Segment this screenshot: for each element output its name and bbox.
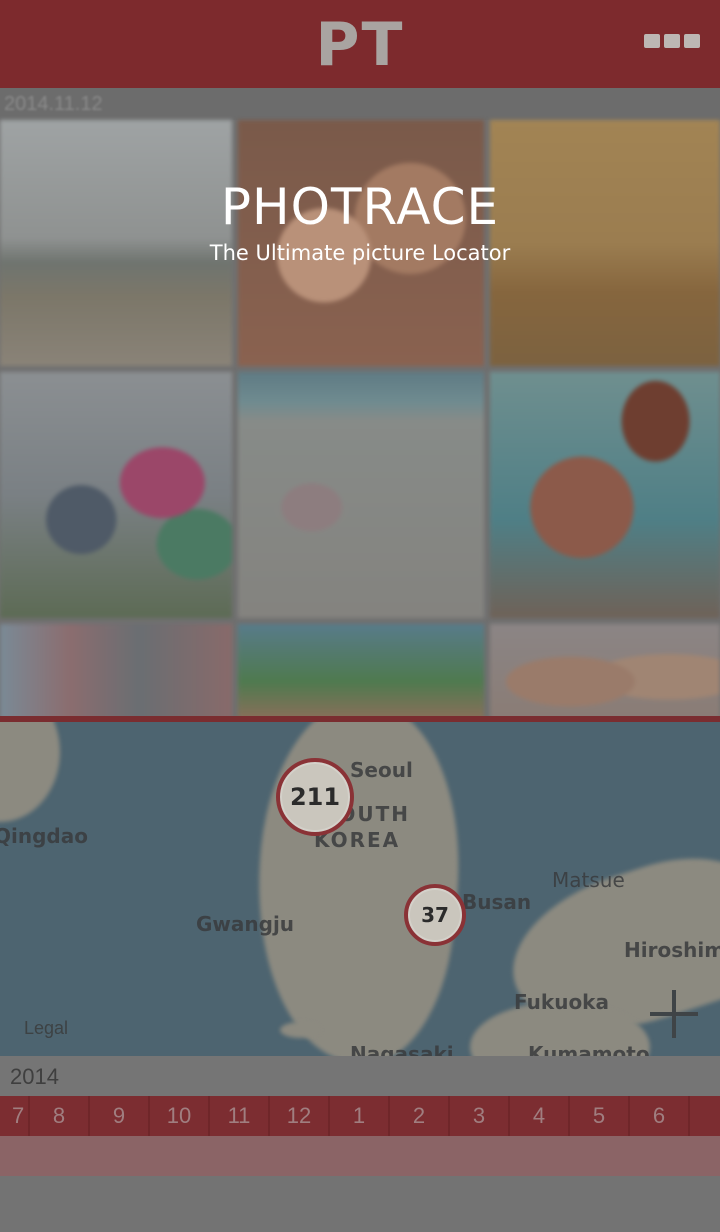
- month-tab[interactable]: 7: [0, 1096, 30, 1136]
- map-land: [280, 1022, 320, 1038]
- photo-thumbnail[interactable]: [0, 372, 232, 618]
- map-label-hiroshima: Hiroshima: [624, 938, 720, 962]
- month-tab[interactable]: 8: [30, 1096, 90, 1136]
- map-label-kumamoto: Kumamoto: [528, 1042, 650, 1056]
- photo-thumbnail[interactable]: [0, 624, 232, 720]
- month-tab[interactable]: 5: [570, 1096, 630, 1136]
- map-label-busan: Busan: [462, 890, 532, 914]
- photo-thumbnail[interactable]: [490, 372, 720, 618]
- splash-subtitle: The Ultimate picture Locator: [209, 241, 511, 265]
- month-tab[interactable]: 6: [630, 1096, 690, 1136]
- year-header: 2014: [0, 1056, 720, 1096]
- map-label-nagasaki: Nagasaki: [350, 1042, 454, 1056]
- photo-thumbnail[interactable]: [238, 372, 484, 618]
- date-header: 2014.11.12: [0, 88, 720, 120]
- photo-thumbnail[interactable]: [490, 624, 720, 720]
- map-label-matsue: Matsue: [552, 868, 625, 892]
- month-timeline: 7 8 9 10 11 12 1 2 3 4 5 6: [0, 1096, 720, 1136]
- photo-map[interactable]: Qingdao Seoul SOUTH KOREA Gwangju Busan …: [0, 722, 720, 1056]
- map-legal-link[interactable]: Legal: [24, 1018, 68, 1039]
- date-label: 2014.11.12: [4, 93, 103, 115]
- more-icon[interactable]: [644, 34, 704, 54]
- map-land: [0, 722, 60, 822]
- month-tab[interactable]: 1: [330, 1096, 390, 1136]
- map-label-fukuoka: Fukuoka: [514, 990, 609, 1014]
- photo-cluster-marker[interactable]: 37: [404, 884, 466, 946]
- plus-icon[interactable]: [650, 990, 698, 1038]
- month-tab[interactable]: 2: [390, 1096, 450, 1136]
- photo-thumbnail[interactable]: [238, 624, 484, 720]
- month-tab[interactable]: 4: [510, 1096, 570, 1136]
- app-logo: PT: [315, 10, 405, 80]
- map-label-gwangju: Gwangju: [196, 912, 295, 936]
- photo-cluster-marker[interactable]: 211: [276, 758, 354, 836]
- year-label: 2014: [10, 1064, 59, 1089]
- month-tab[interactable]: 9: [90, 1096, 150, 1136]
- month-tab[interactable]: 3: [450, 1096, 510, 1136]
- map-label-qingdao: Qingdao: [0, 824, 88, 848]
- month-tab[interactable]: 12: [270, 1096, 330, 1136]
- timeline-track[interactable]: [0, 1136, 720, 1176]
- map-label-seoul: Seoul: [350, 758, 413, 782]
- bottom-bar: [0, 1176, 720, 1232]
- top-bar: PT: [0, 0, 720, 88]
- month-tab[interactable]: 11: [210, 1096, 270, 1136]
- month-tab[interactable]: 10: [150, 1096, 210, 1136]
- splash-title: PHOTRACE: [220, 178, 500, 236]
